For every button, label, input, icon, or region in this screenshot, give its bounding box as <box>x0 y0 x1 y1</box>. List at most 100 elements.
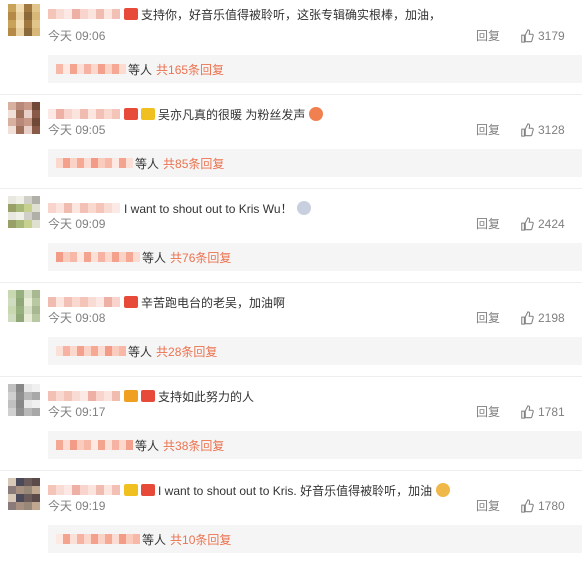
user-badge-icon <box>141 108 155 120</box>
view-replies-link[interactable]: 共38条回复 <box>163 437 224 454</box>
others-label: 等人 <box>142 250 167 265</box>
sub-replies-bar[interactable]: 等人 共165条回复 <box>48 55 582 83</box>
avatar[interactable] <box>8 290 40 322</box>
comment-text: 吴亦凡真的很暖 为粉丝发声 <box>158 107 306 122</box>
sub-reply-usernames <box>56 440 133 450</box>
username[interactable] <box>48 109 120 119</box>
like-count: 3179 <box>538 29 565 43</box>
user-badge-icon <box>124 108 138 120</box>
like-count: 1780 <box>538 499 565 513</box>
user-badge-icon <box>124 484 138 496</box>
comment-item: I want to shout out to Kris Wu！ 今天 09:09 回… <box>0 188 582 282</box>
timestamp: 今天 09:08 <box>48 311 106 325</box>
username[interactable] <box>48 203 120 213</box>
others-label: 等人 <box>128 344 153 359</box>
avatar[interactable] <box>8 102 40 134</box>
comment-item: 吴亦凡真的很暖 为粉丝发声今天 09:05 回复 3128 等人 共85条回复 <box>0 94 582 188</box>
others-label: 等人 <box>128 62 153 77</box>
username[interactable] <box>48 297 120 307</box>
thumbs-up-icon <box>521 217 534 231</box>
divider <box>0 188 582 189</box>
reply-button[interactable]: 回复 <box>476 310 500 326</box>
user-badge-icon <box>141 390 155 402</box>
comment-text: 支持如此努力的人 <box>158 389 255 404</box>
sub-replies-bar[interactable]: 等人 共38条回复 <box>48 431 582 459</box>
thumbs-up-icon <box>521 29 534 43</box>
timestamp: 今天 09:17 <box>48 405 106 419</box>
comment-header: 支持你，好音乐值得被聆听，这张专辑确实根棒，加油， <box>48 4 441 24</box>
like-count: 1781 <box>538 405 565 419</box>
comment-item: I want to shout out to Kris. 好音乐值得被聆听，加油… <box>0 470 582 564</box>
comment-text: 支持你，好音乐值得被聆听，这张专辑确实根棒，加油， <box>141 7 442 22</box>
comment-item: 支持你，好音乐值得被聆听，这张专辑确实根棒，加油， 今天 09:06 回复 3179 等… <box>0 0 582 94</box>
reply-button[interactable]: 回复 <box>476 404 500 420</box>
username[interactable] <box>48 9 120 19</box>
like-button[interactable]: 3128 <box>520 122 565 138</box>
view-replies-link[interactable]: 共165条回复 <box>156 61 224 78</box>
divider <box>0 282 582 283</box>
flexed-biceps-icon <box>436 483 451 497</box>
view-replies-link[interactable]: 共28条回复 <box>156 343 217 360</box>
comment-header: 支持如此努力的人 <box>48 386 254 406</box>
thumbs-up-icon <box>521 499 534 513</box>
like-button[interactable]: 3179 <box>520 28 565 44</box>
comment-header: 辛苦跑电台的老吴，加油啊 <box>48 292 285 312</box>
view-replies-link[interactable]: 共85条回复 <box>163 155 224 172</box>
like-button[interactable]: 1781 <box>520 404 565 420</box>
avatar[interactable] <box>8 4 40 36</box>
user-badge-icon <box>124 296 138 308</box>
others-label: 等人 <box>135 156 160 171</box>
timestamp: 今天 09:19 <box>48 499 106 513</box>
user-badge-icon <box>124 390 138 402</box>
comment-item: 辛苦跑电台的老吴，加油啊今天 09:08 回复 2198 等人 共28条回复 <box>0 282 582 376</box>
thumbs-up-icon <box>521 123 534 137</box>
thumbs-up-icon <box>521 405 534 419</box>
sub-replies-bar[interactable]: 等人 共85条回复 <box>48 149 582 177</box>
others-label: 等人 <box>135 438 160 453</box>
like-button[interactable]: 2424 <box>520 216 565 232</box>
reply-button[interactable]: 回复 <box>476 122 500 138</box>
like-count: 3128 <box>538 123 565 137</box>
timestamp: 今天 09:05 <box>48 123 106 137</box>
username[interactable] <box>48 485 120 495</box>
comment-header: I want to shout out to Kris. 好音乐值得被聆听，加油 <box>48 480 451 500</box>
avatar[interactable] <box>8 478 40 510</box>
avatar[interactable] <box>8 384 40 416</box>
divider <box>0 376 582 377</box>
avatar[interactable] <box>8 196 40 228</box>
like-button[interactable]: 1780 <box>520 498 565 514</box>
sub-replies-bar[interactable]: 等人 共76条回复 <box>48 243 582 271</box>
sub-reply-usernames <box>56 346 126 356</box>
timestamp: 今天 09:09 <box>48 217 106 231</box>
view-replies-link[interactable]: 共10条回复 <box>170 531 231 548</box>
comment-header: 吴亦凡真的很暖 为粉丝发声 <box>48 104 324 124</box>
hugging-face-icon <box>309 107 324 121</box>
like-button[interactable]: 2198 <box>520 310 565 326</box>
like-count: 2424 <box>538 217 565 231</box>
sub-reply-usernames <box>56 534 140 544</box>
view-replies-link[interactable]: 共76条回复 <box>170 249 231 266</box>
thumbs-up-icon <box>521 311 534 325</box>
reply-button[interactable]: 回复 <box>476 216 500 232</box>
sparkle-icon <box>296 201 311 215</box>
comment-text: I want to shout out to Kris Wu！ <box>124 201 293 216</box>
comment-text: 辛苦跑电台的老吴，加油啊 <box>141 295 286 310</box>
username[interactable] <box>48 391 120 401</box>
sub-reply-usernames <box>56 64 126 74</box>
reply-button[interactable]: 回复 <box>476 28 500 44</box>
like-count: 2198 <box>538 311 565 325</box>
others-label: 等人 <box>142 532 167 547</box>
sub-replies-bar[interactable]: 等人 共10条回复 <box>48 525 582 553</box>
comment-header: I want to shout out to Kris Wu！ <box>48 198 311 218</box>
comment-item: 支持如此努力的人今天 09:17 回复 1781 等人 共38条回复 <box>0 376 582 470</box>
sub-reply-usernames <box>56 158 133 168</box>
divider <box>0 94 582 95</box>
divider <box>0 470 582 471</box>
reply-button[interactable]: 回复 <box>476 498 500 514</box>
timestamp: 今天 09:06 <box>48 29 106 43</box>
comment-text: I want to shout out to Kris. 好音乐值得被聆听，加油 <box>158 483 433 498</box>
user-badge-icon <box>124 8 138 20</box>
user-badge-icon <box>141 484 155 496</box>
sub-reply-usernames <box>56 252 140 262</box>
sub-replies-bar[interactable]: 等人 共28条回复 <box>48 337 582 365</box>
